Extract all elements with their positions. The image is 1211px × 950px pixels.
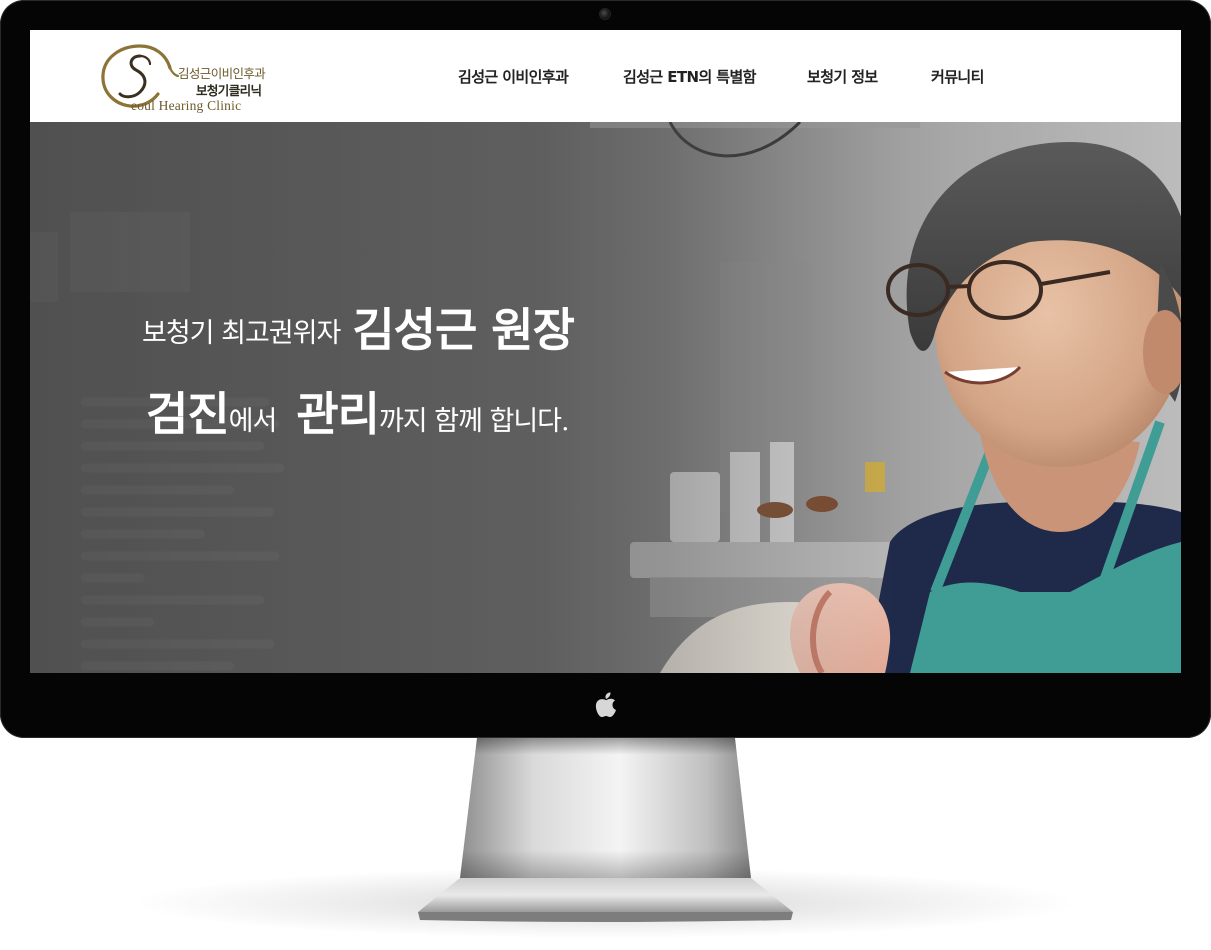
clinic-logo[interactable]: 김성근이비인후과 보청기클리닉 eoul Hearing Clinic xyxy=(100,42,340,113)
nav-item-community[interactable]: 커뮤니티 xyxy=(931,66,984,87)
apple-logo-icon xyxy=(595,692,616,718)
logo-line-3: eoul Hearing Clinic xyxy=(131,98,242,113)
hero-headline-2-suffix: 까지 함께 합니다. xyxy=(378,406,570,437)
nav-item-clinic[interactable]: 김성근 이비인후과 xyxy=(458,66,569,87)
logo-line-2: 보청기클리닉 xyxy=(196,83,262,98)
hero-headline-2: 검진에서 관리까지 함께 합니다. xyxy=(146,378,570,444)
hero-headline-1: 보청기 최고권위자 김성근 원장 xyxy=(142,294,575,360)
hero-headline-2-word2: 관리 xyxy=(296,387,380,441)
site-header: 김성근이비인후과 보청기클리닉 eoul Hearing Clinic 김성근 … xyxy=(30,30,1181,122)
camera-icon xyxy=(600,9,610,19)
monitor-screen: 김성근이비인후과 보청기클리닉 eoul Hearing Clinic 김성근 … xyxy=(30,30,1181,673)
hero-headline-2-word1: 검진 xyxy=(146,387,230,441)
nav-item-specialty[interactable]: 김성근 ETN의 특별함 xyxy=(623,66,756,87)
nav-item-hearing-aid-info[interactable]: 보청기 정보 xyxy=(807,66,878,87)
hero-headline-2-connector: 에서 xyxy=(228,406,278,437)
hero-banner: 보청기 최고권위자 김성근 원장 검진에서 관리까지 함께 합니다. xyxy=(30,122,1181,673)
hero-headline-1-name: 김성근 원장 xyxy=(352,303,575,357)
hero-headline-1-prefix: 보청기 최고권위자 xyxy=(142,318,341,349)
monitor-stand xyxy=(418,738,793,922)
